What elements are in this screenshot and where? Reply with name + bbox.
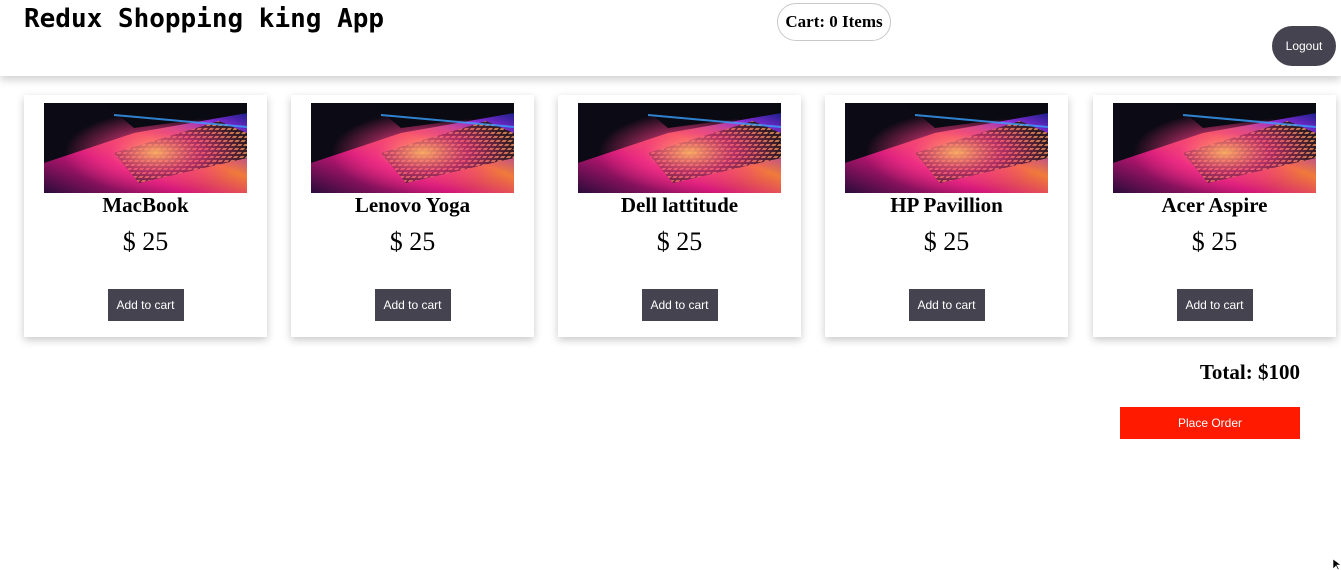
app-title: Redux Shopping king App: [24, 4, 385, 34]
add-to-cart-button[interactable]: Add to cart: [641, 289, 718, 321]
product-grid: MacBook $ 25 Add to cart Lenovo Yoga $ 2…: [24, 95, 1341, 340]
cart-total: Total: $100: [1199, 360, 1300, 384]
laptop-keyboard-image: [578, 103, 781, 193]
product-price: $ 25: [656, 227, 703, 256]
product-card: Acer Aspire $ 25 Add to cart: [1093, 95, 1336, 337]
add-to-cart-button[interactable]: Add to cart: [1176, 289, 1253, 321]
product-price: $ 25: [1191, 227, 1238, 256]
product-name: MacBook: [102, 193, 189, 217]
cart-count-button[interactable]: Cart: 0 Items: [777, 3, 891, 41]
add-to-cart-button[interactable]: Add to cart: [107, 289, 184, 321]
logout-button[interactable]: Logout: [1272, 26, 1336, 66]
product-card: MacBook $ 25 Add to cart: [24, 95, 267, 337]
product-card: Lenovo Yoga $ 25 Add to cart: [291, 95, 534, 337]
laptop-keyboard-image: [311, 103, 514, 193]
top-navbar: Redux Shopping king App Cart: 0 Items Lo…: [0, 0, 1341, 76]
place-order-button[interactable]: Place Order: [1120, 407, 1300, 439]
product-price: $ 25: [923, 227, 970, 256]
product-name: Lenovo Yoga: [354, 193, 471, 217]
add-to-cart-button[interactable]: Add to cart: [374, 289, 451, 321]
product-card: HP Pavillion $ 25 Add to cart: [825, 95, 1068, 337]
product-price: $ 25: [122, 227, 169, 256]
product-name: Dell lattitude: [620, 193, 739, 217]
product-name: HP Pavillion: [890, 193, 1003, 217]
product-card: Dell lattitude $ 25 Add to cart: [558, 95, 801, 337]
product-name: Acer Aspire: [1161, 193, 1268, 217]
laptop-keyboard-image: [845, 103, 1048, 193]
mouse-cursor-icon: [1333, 559, 1341, 570]
add-to-cart-button[interactable]: Add to cart: [908, 289, 985, 321]
laptop-keyboard-image: [1113, 103, 1316, 193]
laptop-keyboard-image: [44, 103, 247, 193]
product-price: $ 25: [389, 227, 436, 256]
